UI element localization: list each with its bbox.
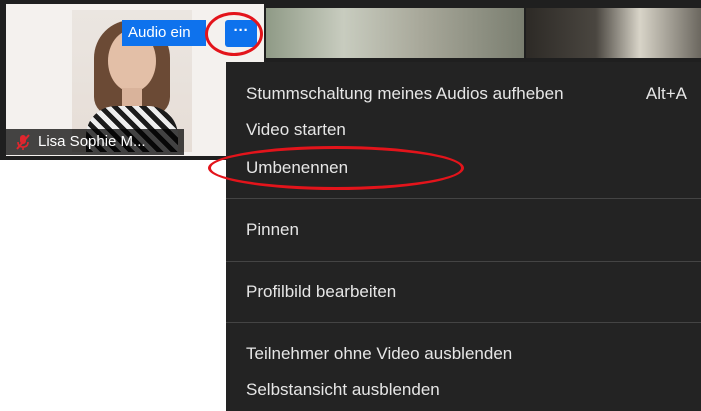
menu-separator [226, 198, 701, 199]
menu-item-pin[interactable]: Pinnen [246, 215, 687, 245]
menu-item-edit-profile-picture[interactable]: Profilbild bearbeiten [246, 277, 687, 307]
participant-video-tile-2[interactable] [266, 8, 524, 58]
annotation-ellipse-rename [208, 146, 464, 190]
mic-muted-icon [16, 134, 30, 150]
menu-item-start-video[interactable]: Video starten [246, 115, 687, 145]
participant-video-tile-3[interactable] [526, 8, 701, 58]
participant-name-label: Lisa Sophie M... [6, 129, 184, 155]
menu-item-unmute-label: Stummschaltung meines Audios aufheben [246, 84, 564, 103]
menu-separator [226, 322, 701, 323]
menu-item-unmute[interactable]: Stummschaltung meines Audios aufheben Al… [246, 79, 687, 109]
participant-name: Lisa Sophie M... [38, 133, 146, 150]
menu-item-hide-non-video[interactable]: Teilnehmer ohne Video ausblenden [246, 339, 687, 369]
menu-separator [226, 261, 701, 262]
unmute-audio-button[interactable]: Audio ein [122, 20, 206, 46]
menu-item-hide-self-view[interactable]: Selbstansicht ausblenden [246, 375, 687, 405]
menu-item-unmute-shortcut: Alt+A [645, 84, 687, 103]
participant-context-menu: Stummschaltung meines Audios aufheben Al… [226, 62, 701, 411]
annotation-circle-more-button [205, 12, 263, 56]
